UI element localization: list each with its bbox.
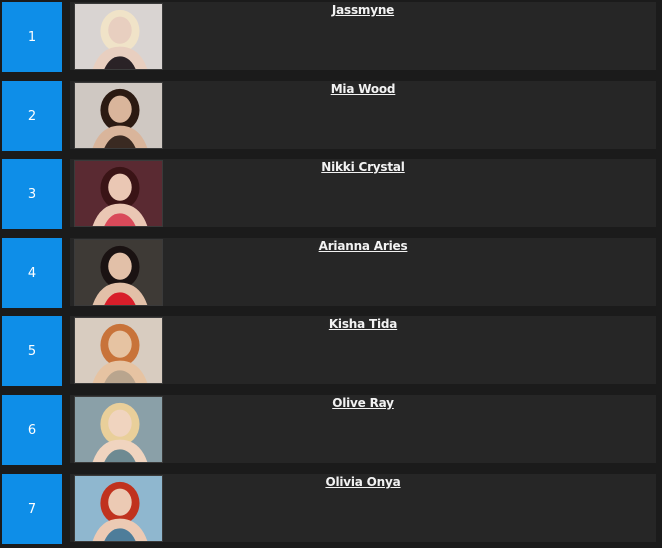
list-item-card: Kisha Tida xyxy=(70,316,656,384)
rank-badge: 1 xyxy=(2,2,62,72)
model-name-link[interactable]: Kisha Tida xyxy=(70,317,656,331)
list-item: 3 Nikki Crystal xyxy=(0,157,662,229)
list-item: 2 Mia Wood xyxy=(0,79,662,151)
model-name-link[interactable]: Mia Wood xyxy=(70,82,656,96)
model-name-link[interactable]: Arianna Aries xyxy=(70,239,656,253)
list-item: 1 Jassmyne xyxy=(0,0,662,72)
rank-badge: 6 xyxy=(2,395,62,465)
list-item-card: Olive Ray xyxy=(70,395,656,463)
list-item-card: Nikki Crystal xyxy=(70,159,656,227)
rank-badge: 4 xyxy=(2,238,62,308)
rank-badge: 2 xyxy=(2,81,62,151)
rank-badge: 7 xyxy=(2,474,62,544)
model-name-link[interactable]: Olivia Onya xyxy=(70,475,656,489)
list-item: 5 Kisha Tida xyxy=(0,314,662,386)
list-item-card: Mia Wood xyxy=(70,81,656,149)
rank-badge: 3 xyxy=(2,159,62,229)
ranked-model-list: 1 Jassmyne 2 Mia Wood 3 Nikki Crystal 4 Arianna… xyxy=(0,0,662,548)
model-name-link[interactable]: Olive Ray xyxy=(70,396,656,410)
list-item-card: Jassmyne xyxy=(70,2,656,70)
list-item: 4 Arianna Aries xyxy=(0,236,662,308)
list-item-card: Olivia Onya xyxy=(70,474,656,542)
list-item-card: Arianna Aries xyxy=(70,238,656,306)
model-name-link[interactable]: Jassmyne xyxy=(70,3,656,17)
list-item: 6 Olive Ray xyxy=(0,393,662,465)
list-item: 7 Olivia Onya xyxy=(0,472,662,544)
model-name-link[interactable]: Nikki Crystal xyxy=(70,160,656,174)
rank-badge: 5 xyxy=(2,316,62,386)
